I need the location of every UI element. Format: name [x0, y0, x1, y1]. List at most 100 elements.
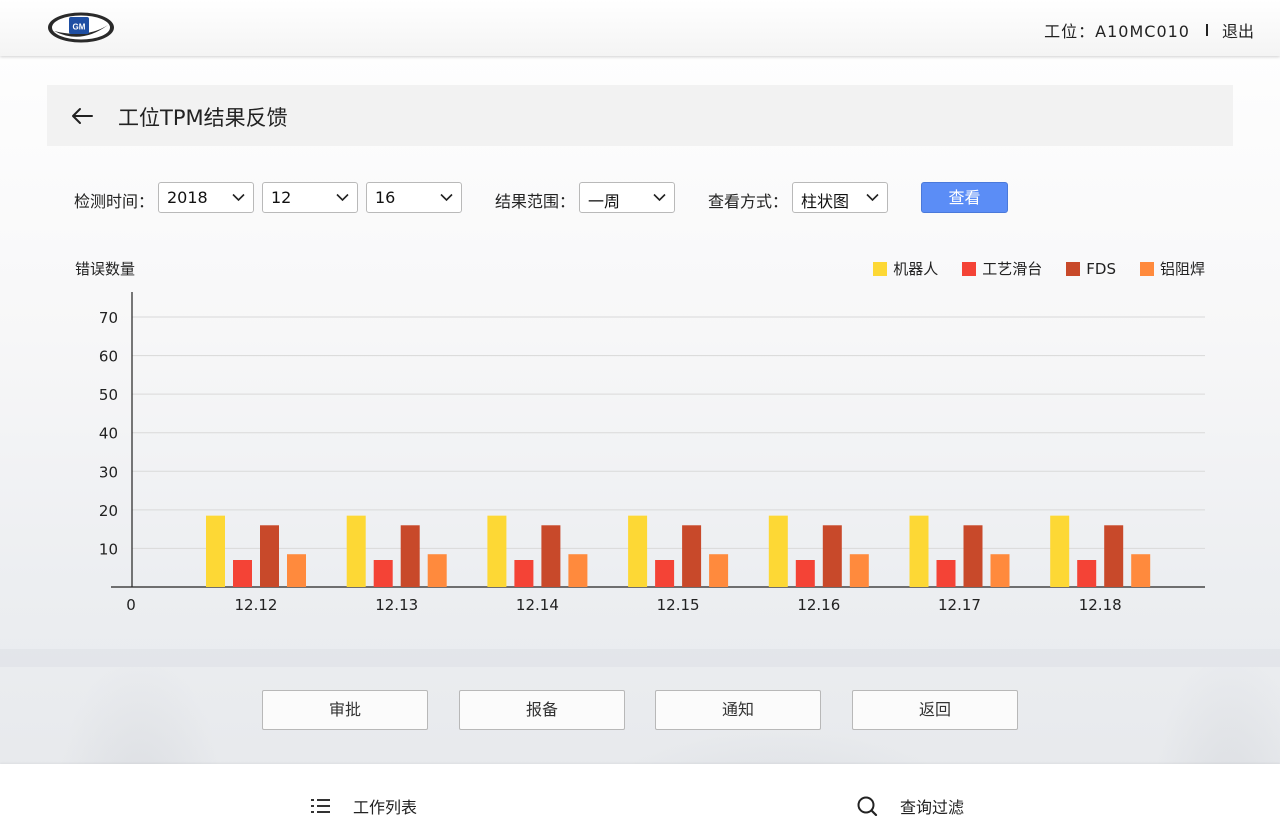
legend-swatch	[962, 261, 977, 276]
month-value: 12	[271, 188, 292, 207]
bar	[768, 515, 788, 587]
legend-label: 工艺滑台	[982, 260, 1043, 278]
report-button[interactable]: 报备	[459, 690, 625, 730]
month-select[interactable]: 12	[262, 182, 358, 213]
day-select[interactable]: 16	[366, 182, 462, 213]
legend-item: 机器人	[873, 258, 938, 279]
action-bar: 审批 报备 通知 返回	[0, 690, 1280, 730]
header-divider	[1205, 24, 1208, 36]
legend-label: 铝阻焊	[1159, 260, 1205, 278]
svg-text:GM: GM	[73, 23, 86, 32]
view-mode-select[interactable]: 柱状图	[792, 182, 888, 213]
bar	[541, 525, 561, 587]
x-tick-label: 12.15	[657, 596, 700, 614]
bar	[1131, 554, 1151, 587]
range-select[interactable]: 一周	[579, 182, 675, 213]
x-tick-label: 12.16	[797, 596, 840, 614]
bar	[260, 525, 279, 587]
page-title: 工位TPM结果反馈	[118, 106, 288, 130]
bar	[568, 554, 588, 587]
view-mode-label: 查看方式：	[708, 192, 789, 211]
legend-label: 机器人	[893, 260, 939, 278]
legend-label: FDS	[1086, 259, 1116, 278]
query-filter-label: 查询过滤	[900, 798, 965, 817]
chart-legend: 机器人 工艺滑台 FDS 铝阻焊	[849, 258, 1205, 279]
station-label: 工位：A10MC010	[1044, 22, 1190, 41]
x-tick-label: 12.17	[938, 596, 981, 614]
return-button[interactable]: 返回	[852, 690, 1018, 730]
bar	[709, 554, 729, 587]
top-header: GM 工位：A10MC010 退出	[0, 0, 1280, 56]
bar	[795, 560, 815, 587]
bar	[487, 515, 507, 587]
y-tick-label: 30	[99, 463, 118, 481]
search-icon	[857, 796, 878, 816]
x-tick-label: 12.12	[235, 596, 278, 614]
view-mode-value: 柱状图	[801, 192, 850, 211]
query-filter-tab[interactable]: 查询过滤	[857, 794, 964, 818]
bar	[822, 525, 842, 587]
legend-item: 工艺滑台	[962, 258, 1042, 279]
x-tick-label: 12.18	[1079, 596, 1122, 614]
y-tick-label: 50	[99, 386, 118, 404]
approve-button[interactable]: 审批	[262, 690, 428, 730]
chevron-down-icon	[232, 193, 245, 202]
year-value: 2018	[167, 188, 208, 207]
range-value: 一周	[588, 192, 621, 211]
chevron-down-icon	[336, 193, 349, 202]
bar	[909, 515, 929, 587]
bar	[628, 515, 648, 587]
bar	[682, 525, 702, 587]
work-list-label: 工作列表	[353, 798, 418, 817]
legend-item: FDS	[1066, 258, 1116, 279]
arrow-left-icon[interactable]	[70, 104, 94, 128]
legend-item: 铝阻焊	[1139, 258, 1205, 279]
legend-swatch	[873, 261, 888, 276]
bar	[963, 525, 983, 587]
bar	[346, 515, 366, 587]
bar	[655, 560, 675, 587]
bar	[849, 554, 869, 587]
bottom-nav: 工作列表 查询过滤	[0, 764, 1280, 836]
bar	[936, 560, 956, 587]
bar	[400, 525, 420, 587]
bar	[514, 560, 534, 587]
page-title-bar: 工位TPM结果反馈	[47, 85, 1233, 146]
chart-bottom-strip	[0, 649, 1280, 667]
result-range-label: 结果范围：	[495, 192, 576, 211]
y-tick-label: 20	[99, 502, 118, 520]
view-button[interactable]: 查看	[921, 182, 1008, 213]
x-tick-label: 12.13	[375, 596, 418, 614]
chevron-down-icon	[653, 193, 666, 202]
bar	[990, 554, 1010, 587]
bar	[1050, 515, 1070, 587]
day-value: 16	[375, 188, 396, 207]
y-tick-label: 40	[99, 425, 118, 443]
bar	[373, 560, 393, 587]
bar	[233, 560, 252, 587]
y-tick-label: 70	[99, 309, 118, 327]
chevron-down-icon	[440, 193, 453, 202]
bar	[206, 515, 225, 587]
y-axis-title: 错误数量	[75, 260, 136, 278]
y-tick-label: 10	[99, 540, 118, 558]
error-count-chart: 10 20 30 40 50 60 70 0 12.12 12.13 12.14 12.15 12.16…	[0, 250, 1280, 650]
x-tick-label: 12.14	[516, 596, 559, 614]
bar	[1077, 560, 1097, 587]
year-select[interactable]: 2018	[158, 182, 254, 213]
company-logo: GM	[48, 12, 114, 43]
chevron-down-icon	[866, 193, 879, 202]
list-icon	[311, 799, 330, 813]
legend-swatch	[1066, 261, 1081, 276]
bar	[427, 554, 447, 587]
legend-swatch	[1139, 261, 1154, 276]
logout-link[interactable]: 退出	[1222, 18, 1254, 42]
notify-button[interactable]: 通知	[655, 690, 821, 730]
work-list-tab[interactable]: 工作列表	[311, 794, 417, 818]
bar	[287, 554, 306, 587]
detect-time-label: 检测时间：	[74, 192, 155, 211]
y-tick-label: 60	[99, 348, 118, 366]
chart-canvas: 10 20 30 40 50 60 70 0 12.12 12.13 12.14 12.15 12.16…	[99, 292, 1205, 614]
bar	[1104, 525, 1124, 587]
origin-label: 0	[126, 596, 136, 614]
